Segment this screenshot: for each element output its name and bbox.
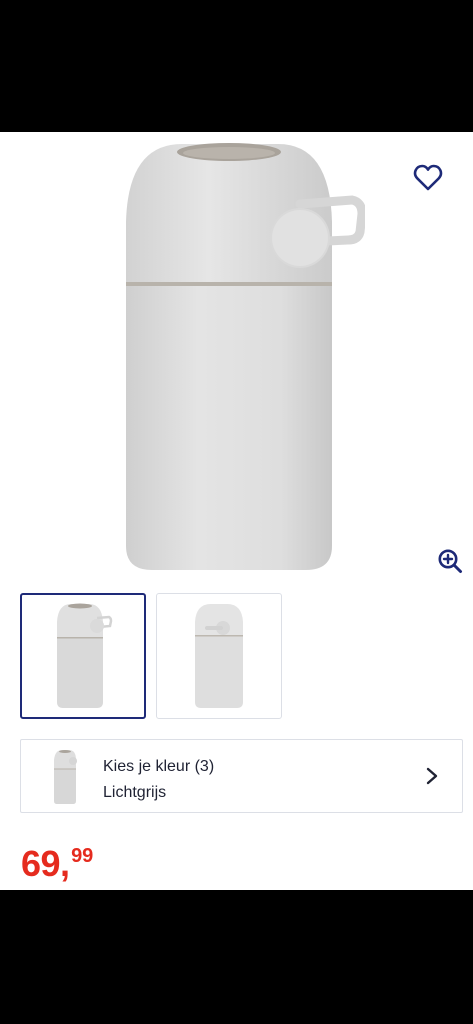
- thumbnail-2[interactable]: [156, 593, 282, 719]
- color-picker-selected-value: Lichtgrijs: [103, 784, 167, 801]
- thumbnail-image-2: [195, 604, 243, 708]
- chevron-right-icon: [426, 767, 438, 785]
- color-swatch-image: [54, 750, 77, 804]
- product-hero: [0, 132, 473, 582]
- price-separator: ,: [60, 843, 71, 884]
- color-picker-title: Kies je kleur (3): [103, 758, 215, 775]
- zoom-in-icon: [438, 549, 462, 573]
- color-picker[interactable]: Kies je kleur (3) Lichtgrijs: [20, 739, 463, 813]
- favorite-button[interactable]: [411, 162, 445, 194]
- product-image[interactable]: [120, 142, 365, 572]
- price: 69,99: [21, 846, 93, 882]
- top-black-bar: [0, 0, 473, 132]
- bottom-black-bar: [0, 890, 473, 1024]
- thumbnail-1[interactable]: [20, 593, 146, 719]
- price-whole: 69: [21, 843, 61, 884]
- product-page: Kies je kleur (3) Lichtgrijs 69,99: [0, 132, 473, 890]
- zoom-button[interactable]: [436, 547, 464, 575]
- thumbnail-image-1: [57, 603, 113, 708]
- color-picker-text: Kies je kleur (3) Lichtgrijs: [103, 754, 214, 806]
- price-cents: 99: [71, 845, 94, 867]
- heart-outline-icon: [413, 164, 443, 191]
